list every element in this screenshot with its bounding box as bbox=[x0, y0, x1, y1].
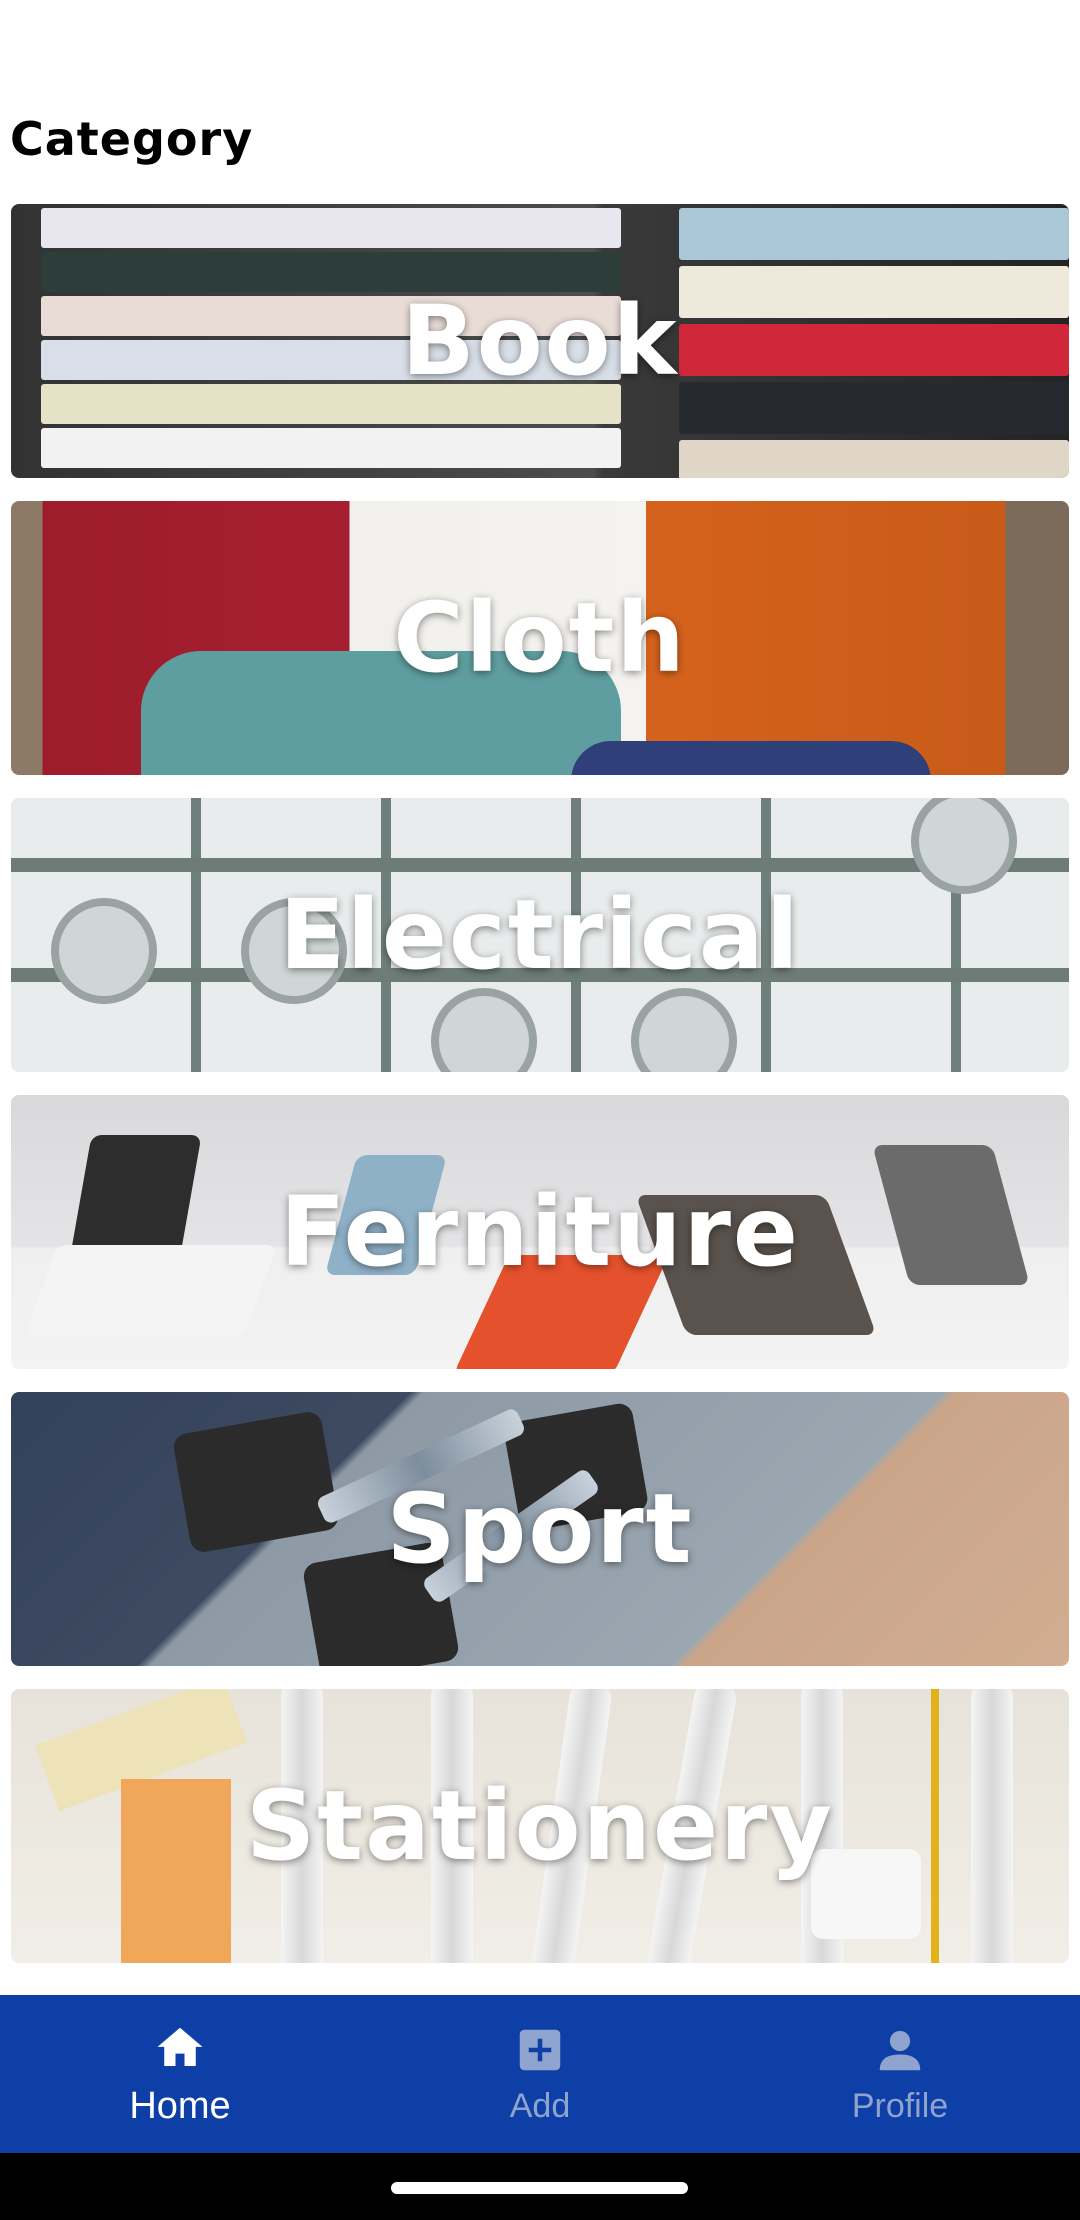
category-card-cloth[interactable]: Cloth bbox=[11, 501, 1069, 775]
category-label: Book bbox=[401, 285, 679, 397]
category-label: Electrical bbox=[279, 879, 801, 991]
home-indicator[interactable] bbox=[391, 2182, 688, 2194]
person-icon bbox=[879, 2030, 921, 2070]
add-box-icon bbox=[519, 2029, 561, 2070]
nav-item-add[interactable]: Add bbox=[360, 1995, 720, 2153]
category-label: Stationery bbox=[246, 1770, 834, 1882]
category-label: Ferniture bbox=[279, 1176, 801, 1288]
category-card-book[interactable]: Book bbox=[11, 204, 1069, 478]
home-icon bbox=[157, 2027, 203, 2066]
category-label: Cloth bbox=[393, 582, 687, 694]
page-title: Category bbox=[10, 112, 254, 166]
nav-item-home[interactable]: Home bbox=[0, 1995, 360, 2153]
category-card-sport[interactable]: Sport bbox=[11, 1392, 1069, 1666]
category-label: Sport bbox=[386, 1473, 694, 1585]
bottom-navigation: Home Add Profile bbox=[0, 1995, 1080, 2153]
nav-label-profile: Profile bbox=[851, 2086, 949, 2125]
category-card-ferniture[interactable]: Ferniture bbox=[11, 1095, 1069, 1369]
category-card-stationery[interactable]: Stationery bbox=[11, 1689, 1069, 1963]
app-screen: Category Book Cloth Electrical Ferniture… bbox=[0, 0, 1080, 2220]
nav-label-add: Add bbox=[509, 2086, 571, 2125]
nav-item-profile[interactable]: Profile bbox=[720, 1995, 1080, 2153]
nav-label-home: Home bbox=[129, 2084, 231, 2127]
category-card-electrical[interactable]: Electrical bbox=[11, 798, 1069, 1072]
category-list: Book Cloth Electrical Ferniture Sport St… bbox=[11, 204, 1069, 1986]
